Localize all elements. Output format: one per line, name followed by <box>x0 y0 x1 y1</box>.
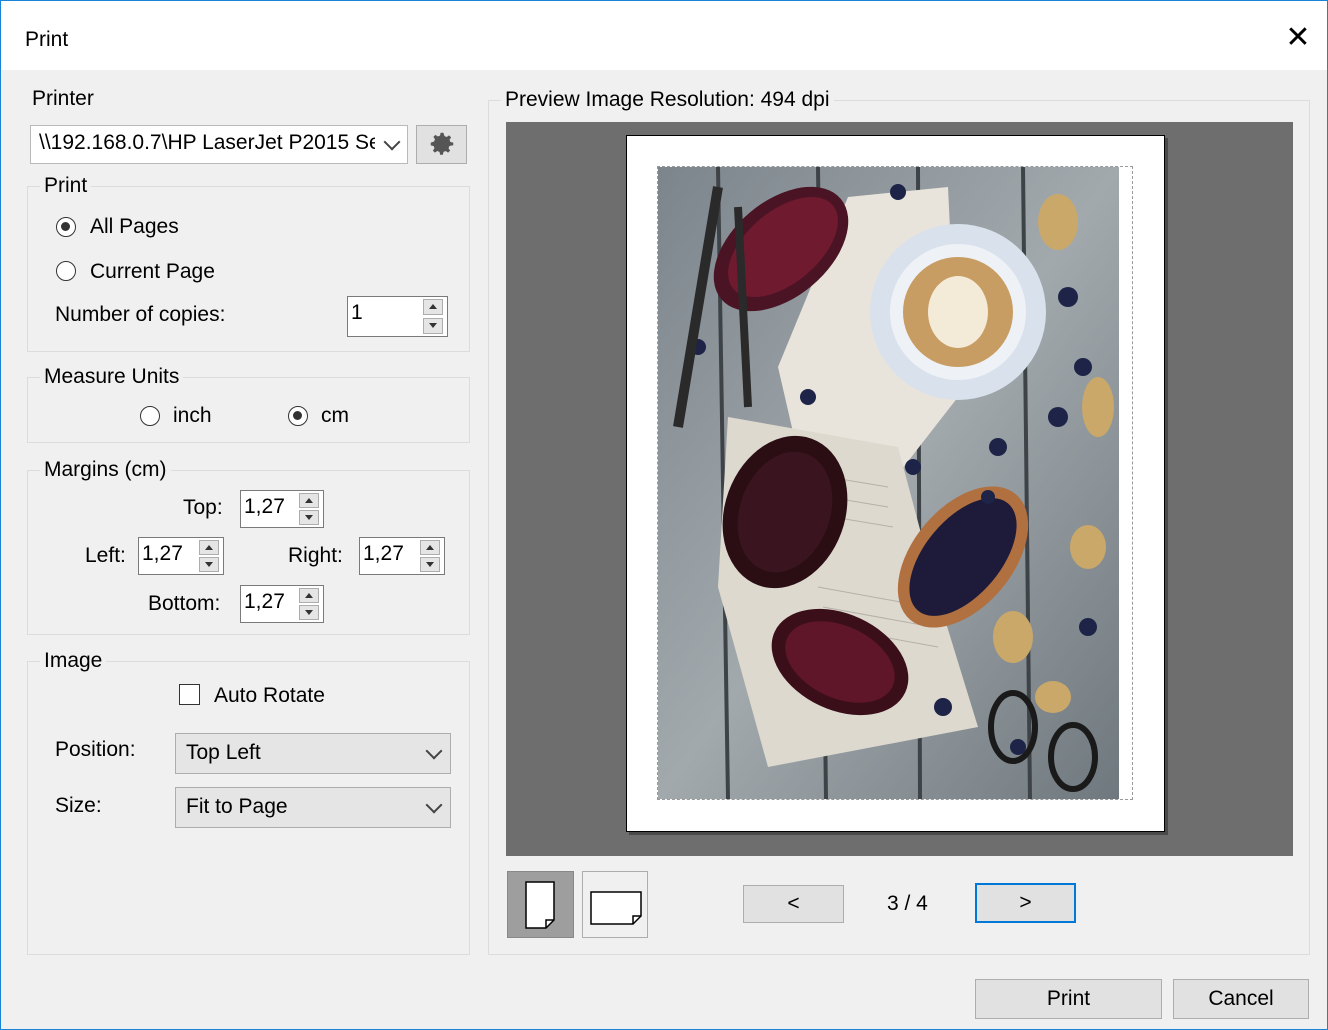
arrow-up-icon <box>205 545 213 550</box>
preview-image <box>658 167 1119 799</box>
previous-page-button[interactable]: < <box>743 885 844 923</box>
arrow-up-icon <box>305 498 313 503</box>
arrow-down-icon <box>426 562 434 567</box>
next-page-button[interactable]: > <box>975 883 1076 923</box>
close-icon[interactable]: ✕ <box>1275 15 1321 61</box>
all-pages-label[interactable]: All Pages <box>90 215 179 239</box>
margins-legend: Margins (cm) <box>40 457 171 483</box>
chevron-down-icon <box>425 742 443 760</box>
gear-icon <box>430 132 453 155</box>
copies-label: Number of copies: <box>55 303 226 326</box>
cm-label[interactable]: cm <box>321 404 349 428</box>
margins-group: Margins (cm) Top: 1,27 Left: 1,27 Right:… <box>27 457 470 635</box>
printer-select[interactable]: \\192.168.0.7\HP LaserJet P2015 Series <box>30 125 408 164</box>
title-bar: Print ✕ <box>1 1 1327 70</box>
chevron-down-icon <box>383 133 401 151</box>
margin-left-stepper[interactable]: 1,27 <box>138 537 224 575</box>
preview-legend: Preview Image Resolution: 494 dpi <box>501 87 834 113</box>
copies-stepper[interactable]: 1 <box>347 296 448 337</box>
arrow-up-icon <box>429 304 437 309</box>
inch-label[interactable]: inch <box>173 404 212 428</box>
copies-increment-button[interactable] <box>423 299 443 315</box>
margin-right-value: 1,27 <box>363 542 404 565</box>
size-select-value: Fit to Page <box>186 795 288 818</box>
margin-right-label: Right: <box>288 544 343 567</box>
portrait-button[interactable] <box>507 871 574 938</box>
position-label: Position: <box>55 738 136 761</box>
arrow-up-icon <box>305 593 313 598</box>
copies-value: 1 <box>351 301 363 324</box>
copies-spin-buttons <box>423 299 445 334</box>
dialog-title: Print <box>25 28 69 51</box>
image-options-group: Image Auto Rotate Position: Top Left Siz… <box>27 648 470 955</box>
copies-decrement-button[interactable] <box>423 318 443 334</box>
margin-right-decrement[interactable] <box>420 557 440 572</box>
size-select[interactable]: Fit to Page <box>175 787 451 828</box>
margin-bottom-value: 1,27 <box>244 590 285 613</box>
margin-top-stepper[interactable]: 1,27 <box>240 490 324 528</box>
chevron-down-icon <box>425 796 443 814</box>
landscape-button[interactable] <box>582 871 648 938</box>
current-page-radio[interactable] <box>56 261 76 281</box>
auto-rotate-checkbox[interactable] <box>179 684 200 705</box>
position-select[interactable]: Top Left <box>175 733 451 774</box>
measure-units-group: Measure Units inch cm <box>27 364 470 443</box>
margin-bottom-stepper[interactable]: 1,27 <box>240 585 324 623</box>
print-range-legend: Print <box>40 173 92 199</box>
arrow-up-icon <box>426 545 434 550</box>
margin-bottom-increment[interactable] <box>299 588 319 603</box>
printer-select-value: \\192.168.0.7\HP LaserJet P2015 Series <box>39 131 375 154</box>
arrow-down-icon <box>305 610 313 615</box>
page-indicator: 3 / 4 <box>887 892 928 915</box>
print-range-group: Print All Pages Current Page Number of c… <box>27 173 470 352</box>
margin-left-decrement[interactable] <box>199 557 219 572</box>
margin-top-increment[interactable] <box>299 493 319 508</box>
current-page-label[interactable]: Current Page <box>90 260 215 284</box>
margin-bottom-decrement[interactable] <box>299 605 319 620</box>
position-select-value: Top Left <box>186 741 261 764</box>
portrait-page-icon <box>525 881 555 929</box>
auto-rotate-label[interactable]: Auto Rotate <box>214 684 325 708</box>
cancel-button[interactable]: Cancel <box>1173 979 1309 1019</box>
margin-bottom-label: Bottom: <box>148 592 221 615</box>
margin-right-increment[interactable] <box>420 540 440 555</box>
margin-top-label: Top: <box>183 496 223 519</box>
cm-radio[interactable] <box>288 406 308 426</box>
image-options-legend: Image <box>40 648 107 674</box>
arrow-down-icon <box>305 515 313 520</box>
measure-units-legend: Measure Units <box>40 364 184 390</box>
printer-settings-button[interactable] <box>416 125 467 164</box>
margin-left-increment[interactable] <box>199 540 219 555</box>
margin-right-stepper[interactable]: 1,27 <box>359 537 445 575</box>
all-pages-radio[interactable] <box>56 217 76 237</box>
arrow-down-icon <box>205 562 213 567</box>
printer-label: Printer <box>32 87 94 110</box>
margin-left-label: Left: <box>85 544 126 567</box>
arrow-down-icon <box>429 323 437 328</box>
preview-photo <box>658 167 1119 799</box>
inch-radio[interactable] <box>140 406 160 426</box>
print-button[interactable]: Print <box>975 979 1162 1019</box>
margin-top-value: 1,27 <box>244 495 285 518</box>
size-label: Size: <box>55 794 102 817</box>
margin-top-decrement[interactable] <box>299 510 319 525</box>
landscape-page-icon <box>590 891 642 925</box>
print-dialog: Print ✕ Printer \\192.168.0.7\HP LaserJe… <box>0 0 1328 1030</box>
margin-left-value: 1,27 <box>142 542 183 565</box>
